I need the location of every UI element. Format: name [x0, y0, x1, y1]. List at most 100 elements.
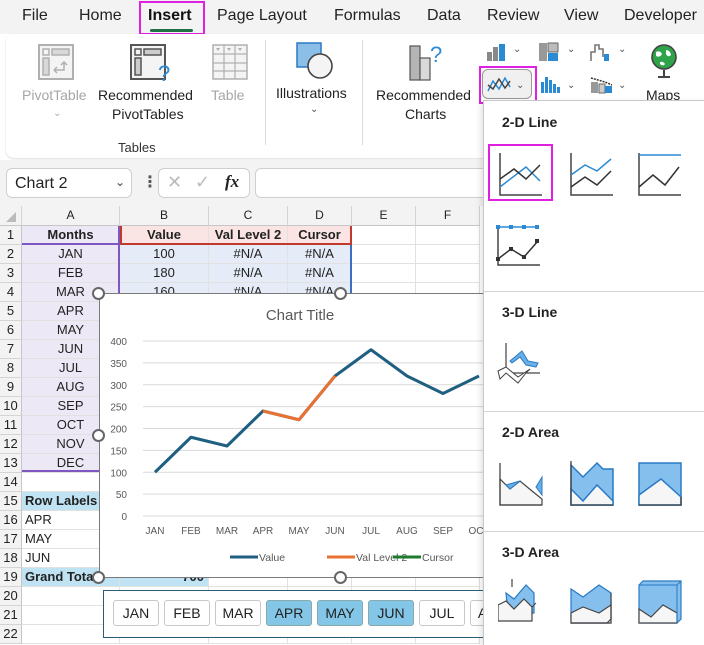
row-header[interactable]: 5 — [0, 302, 22, 321]
tab-page-layout[interactable]: Page Layout — [217, 7, 307, 25]
100-stacked-area-option-icon[interactable] — [637, 461, 685, 509]
cell[interactable] — [416, 245, 480, 264]
3d-area-option-icon[interactable] — [498, 579, 546, 627]
resize-handle-left[interactable] — [92, 429, 105, 442]
row-header[interactable]: 13 — [0, 454, 22, 473]
cell[interactable] — [416, 264, 480, 283]
column-header-e[interactable]: E — [352, 206, 416, 226]
resize-handle-bottom[interactable] — [334, 571, 347, 584]
statistic-chart-icon[interactable] — [540, 74, 562, 94]
3d-stacked-area-option-icon[interactable] — [569, 579, 617, 627]
series-line-0 — [153, 348, 480, 474]
tab-developer[interactable]: Developer — [624, 7, 697, 25]
3d-line-option-icon[interactable] — [496, 341, 544, 389]
combo-chart-icon[interactable] — [590, 74, 614, 94]
month-cell[interactable]: FEB — [22, 264, 120, 283]
recommended-charts-button[interactable]: Recommended — [376, 86, 471, 105]
tab-review[interactable]: Review — [487, 7, 539, 25]
cell[interactable] — [352, 245, 416, 264]
row-header[interactable]: 8 — [0, 359, 22, 378]
pivottable-button[interactable]: PivotTable — [22, 86, 87, 105]
hierarchy-chart-icon[interactable] — [538, 42, 560, 62]
name-box[interactable]: Chart 2 ⌄ — [6, 168, 132, 198]
resize-handle-bottom-left[interactable] — [92, 571, 105, 584]
value-cell[interactable]: #N/A — [288, 245, 352, 264]
chevron-down-icon[interactable]: ⌄ — [310, 104, 318, 115]
row-header[interactable]: 2 — [0, 245, 22, 264]
resize-handle-top-left[interactable] — [92, 287, 105, 300]
formula-input[interactable] — [255, 168, 495, 198]
value-cell[interactable]: #N/A — [209, 264, 288, 283]
column-header-f[interactable]: F — [416, 206, 480, 226]
chevron-down-icon[interactable]: ⌄ — [567, 80, 575, 91]
waterfall-chart-icon[interactable] — [590, 42, 612, 62]
row-header[interactable]: 4 — [0, 283, 22, 302]
slicer-button-jul[interactable]: JUL — [419, 600, 465, 626]
tab-view[interactable]: View — [564, 7, 598, 25]
row-header[interactable]: 22 — [0, 625, 22, 644]
row-header[interactable]: 20 — [0, 587, 22, 606]
slicer-button-jun[interactable]: JUN — [368, 600, 414, 626]
column-header-c[interactable]: C — [209, 206, 288, 226]
cancel-icon[interactable]: ✕ — [167, 172, 182, 193]
tab-home[interactable]: Home — [79, 7, 122, 25]
table-button[interactable]: Table — [211, 86, 244, 105]
resize-handle-top[interactable] — [334, 287, 347, 300]
chevron-down-icon[interactable]: ⌄ — [115, 175, 125, 189]
row-header[interactable]: 18 — [0, 549, 22, 568]
row-header[interactable]: 6 — [0, 321, 22, 340]
select-all-corner[interactable] — [0, 206, 22, 226]
slicer-button-mar[interactable]: MAR — [215, 600, 261, 626]
slicer-button-apr[interactable]: APR — [266, 600, 312, 626]
slicer-button-may[interactable]: MAY — [317, 600, 363, 626]
stacked-line-option-icon[interactable] — [569, 151, 617, 199]
column-header-a[interactable]: A — [22, 206, 120, 226]
row-header[interactable]: 21 — [0, 606, 22, 625]
enter-check-icon[interactable]: ✓ — [195, 172, 210, 193]
column-header-d[interactable]: D — [288, 206, 352, 226]
cell[interactable] — [352, 226, 416, 245]
insert-function-button[interactable]: fx — [225, 172, 239, 192]
row-header[interactable]: 11 — [0, 416, 22, 435]
tab-file[interactable]: File — [22, 7, 48, 25]
tab-data[interactable]: Data — [427, 7, 461, 25]
chevron-down-icon[interactable]: ⌄ — [513, 44, 521, 55]
3d-100-stacked-area-option-icon[interactable] — [637, 579, 685, 627]
cell[interactable] — [416, 226, 480, 245]
column-header-b[interactable]: B — [120, 206, 209, 226]
recommended-pivottables-button[interactable]: Recommended — [98, 86, 193, 105]
value-cell[interactable]: 180 — [120, 264, 209, 283]
row-header[interactable]: 17 — [0, 530, 22, 549]
chevron-down-icon[interactable]: ⌄ — [618, 44, 626, 55]
line-with-markers-option-icon[interactable] — [496, 221, 544, 269]
line-chart[interactable]: Chart Title 0 50 100 150 200 250 300 350 400 JAN FE… — [99, 293, 500, 578]
cell[interactable] — [352, 264, 416, 283]
active-tab-underline — [150, 29, 193, 32]
value-cell[interactable]: #N/A — [209, 245, 288, 264]
row-header[interactable]: 1 — [0, 226, 22, 245]
area-option-icon[interactable] — [498, 461, 546, 509]
value-cell[interactable]: 100 — [120, 245, 209, 264]
more-options-icon[interactable]: ⋮ — [142, 172, 158, 192]
chevron-down-icon[interactable]: ⌄ — [53, 108, 61, 119]
row-header[interactable]: 14 — [0, 473, 22, 492]
month-cell[interactable]: JAN — [22, 245, 120, 264]
row-header[interactable]: 3 — [0, 264, 22, 283]
tab-formulas[interactable]: Formulas — [334, 7, 401, 25]
illustrations-button[interactable]: Illustrations — [276, 84, 347, 103]
row-header[interactable]: 15 — [0, 492, 22, 511]
slicer-button-feb[interactable]: FEB — [164, 600, 210, 626]
100-stacked-line-option-icon[interactable] — [637, 151, 685, 199]
slicer-button-jan[interactable]: JAN — [113, 600, 159, 626]
row-header[interactable]: 9 — [0, 378, 22, 397]
row-header[interactable]: 12 — [0, 435, 22, 454]
row-header[interactable]: 16 — [0, 511, 22, 530]
chevron-down-icon[interactable]: ⌄ — [618, 80, 626, 91]
chevron-down-icon[interactable]: ⌄ — [567, 44, 575, 55]
row-header[interactable]: 10 — [0, 397, 22, 416]
row-header[interactable]: 19 — [0, 568, 22, 587]
stacked-area-option-icon[interactable] — [569, 461, 617, 509]
value-cell[interactable]: #N/A — [288, 264, 352, 283]
row-header[interactable]: 7 — [0, 340, 22, 359]
column-chart-icon[interactable] — [486, 42, 508, 62]
